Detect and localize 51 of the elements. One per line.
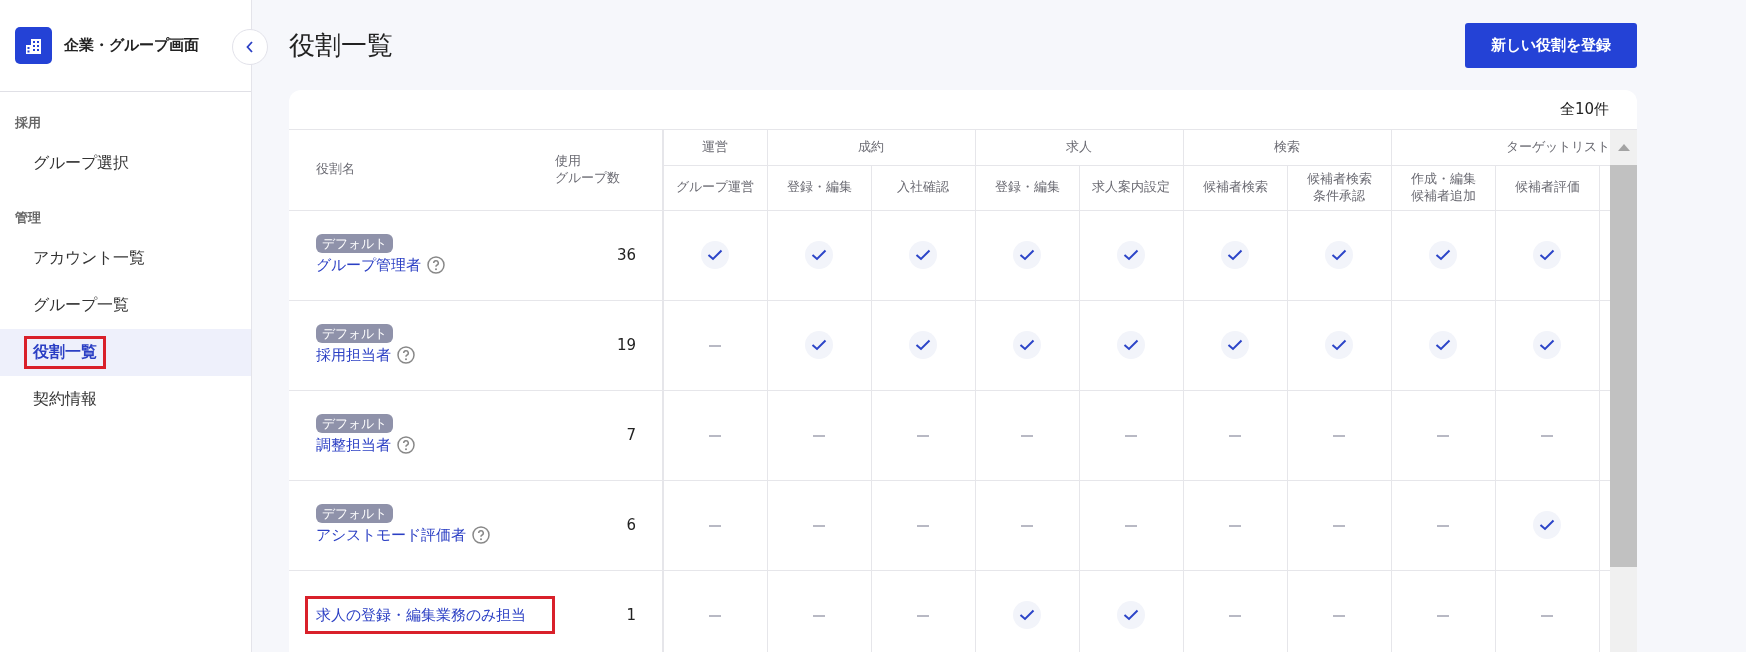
chevron-left-icon bbox=[245, 40, 255, 54]
nav-item[interactable]: グループ選択 bbox=[0, 140, 251, 187]
column-header: 登録・編集 bbox=[994, 179, 1060, 195]
group-count: 1 bbox=[626, 606, 636, 624]
column-header: 登録・編集 bbox=[786, 179, 852, 195]
role-name-link[interactable]: グループ管理者 bbox=[316, 256, 421, 274]
column-header: グループ運営 bbox=[676, 179, 755, 195]
help-icon[interactable] bbox=[427, 256, 445, 274]
nav-item[interactable]: 役割一覧 bbox=[0, 329, 251, 376]
group-header: 求人 bbox=[1066, 138, 1092, 154]
nav-item[interactable]: グループ一覧 bbox=[0, 282, 251, 329]
group-count: 36 bbox=[616, 246, 636, 264]
help-icon[interactable] bbox=[397, 346, 415, 364]
group-count: 6 bbox=[626, 516, 636, 534]
column-header: 作成・編集 候補者追加 bbox=[1410, 170, 1476, 203]
scrollbar[interactable] bbox=[1610, 130, 1637, 652]
default-badge: デフォルト bbox=[316, 324, 393, 343]
scroll-thumb[interactable] bbox=[1610, 165, 1637, 567]
total-count: 全10件 bbox=[1559, 100, 1609, 119]
column-header: 求人案内設定 bbox=[1092, 179, 1170, 195]
default-badge: デフォルト bbox=[316, 414, 393, 433]
group-count: 7 bbox=[626, 426, 636, 444]
scroll-up-icon[interactable] bbox=[1617, 144, 1630, 151]
role-name-link[interactable]: 採用担当者 bbox=[316, 346, 391, 364]
nav-item[interactable]: アカウント一覧 bbox=[0, 235, 251, 282]
column-header: 候補者検索 条件承認 bbox=[1306, 170, 1372, 203]
column-header: 候補者評価 bbox=[1514, 179, 1580, 195]
column-header: 候補者検索 bbox=[1202, 179, 1268, 195]
app-title: 企業・グループ画面 bbox=[64, 36, 199, 55]
group-header: 運営 bbox=[702, 138, 729, 154]
role-name-link[interactable]: アシストモード評価者 bbox=[316, 526, 466, 544]
default-badge: デフォルト bbox=[316, 504, 393, 523]
nav-item[interactable]: 契約情報 bbox=[0, 376, 251, 423]
collapse-button[interactable] bbox=[232, 29, 268, 65]
group-header: 成約 bbox=[858, 138, 884, 154]
column-header: 使用 グループ数 bbox=[555, 152, 620, 185]
register-button[interactable]: 新しい役割を登録 bbox=[1465, 22, 1637, 68]
role-name-link[interactable]: 求人の登録・編集業務のみ担当 bbox=[305, 596, 555, 634]
section-label: 採用 bbox=[14, 114, 42, 132]
help-icon[interactable] bbox=[397, 436, 415, 454]
default-badge: デフォルト bbox=[316, 234, 393, 253]
help-icon[interactable] bbox=[472, 526, 490, 544]
building-icon bbox=[15, 27, 52, 64]
section-label: 管理 bbox=[14, 209, 42, 227]
group-header: ターゲットリスト bbox=[1506, 138, 1610, 154]
page-title: 役割一覧 bbox=[289, 28, 393, 62]
group-count: 19 bbox=[616, 336, 636, 354]
role-name-link[interactable]: 調整担当者 bbox=[316, 436, 391, 454]
column-header: 役割名 bbox=[316, 161, 355, 177]
column-header: 入社確認 bbox=[897, 179, 949, 195]
group-header: 検索 bbox=[1274, 138, 1300, 154]
